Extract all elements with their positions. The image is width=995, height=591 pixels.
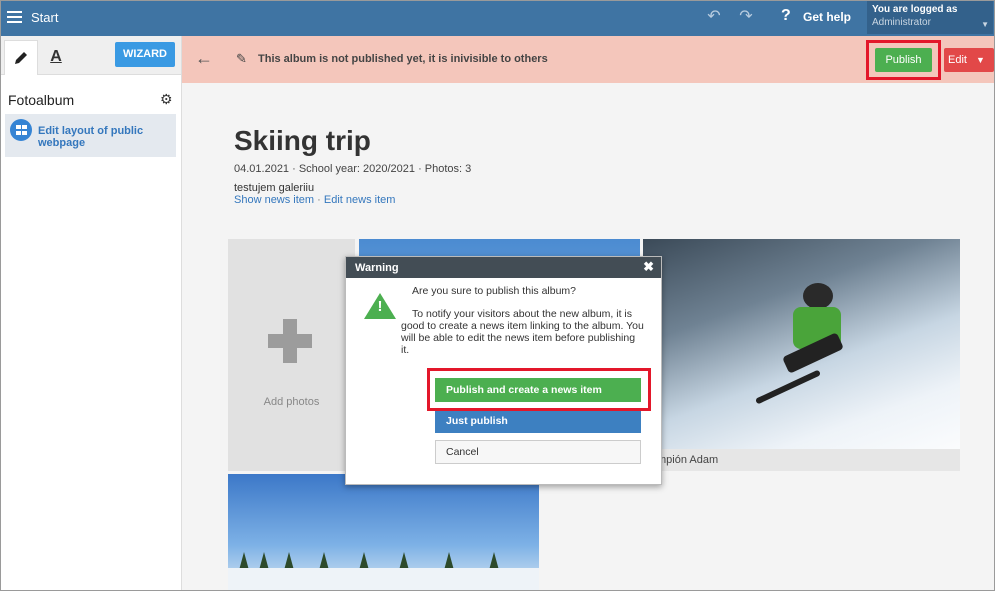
back-arrow-icon[interactable]: ←	[195, 48, 213, 69]
edit-note-icon: ✎	[236, 51, 247, 66]
sidebar-tabs: A WIZARD	[1, 36, 181, 75]
menu-icon[interactable]	[7, 11, 22, 23]
album-meta: 04.01.2021 · School year: 2020/2021 · Ph…	[234, 163, 472, 175]
cancel-button[interactable]: Cancel	[435, 440, 641, 464]
top-bar: Start ↶ ↷ ? Get help You are logged as A…	[1, 1, 994, 36]
publish-create-highlight	[427, 368, 651, 411]
dialog-title: Warning	[355, 262, 399, 274]
skier	[803, 283, 833, 309]
caret-down-icon: ▼	[976, 55, 985, 65]
layout-grid-icon	[10, 119, 32, 141]
link-separator: ·	[317, 194, 321, 206]
edit-button-label: Edit	[948, 54, 967, 66]
help-icon[interactable]: ?	[781, 7, 791, 25]
album-description: testujem galeriiu	[234, 182, 315, 194]
wizard-button[interactable]: WIZARD	[115, 42, 175, 67]
app-title[interactable]: Start	[31, 10, 58, 25]
chevron-down-icon: ▼	[981, 20, 989, 29]
unpublished-notice-bar: ← ✎ This album is not published yet, it …	[182, 36, 994, 83]
logged-as-label: You are logged as	[872, 4, 958, 15]
sidebar-section-title: Fotoalbum	[8, 92, 75, 108]
album-title: Skiing trip	[234, 125, 371, 156]
app-window: Start ↶ ↷ ? Get help You are logged as A…	[0, 0, 995, 591]
photo-caption-text: mpión Adam	[657, 454, 719, 466]
photo-caption: mpión Adam	[643, 449, 960, 471]
redo-icon[interactable]: ↷	[737, 8, 755, 26]
sidebar-item-label: Edit layout of public webpage	[38, 125, 144, 149]
dialog-header: Warning ✖	[346, 257, 661, 278]
album-links: Show news item · Edit news item	[234, 194, 395, 206]
tab-design[interactable]: A	[39, 40, 73, 75]
dialog-body: To notify your visitors about the new al…	[401, 308, 644, 356]
undo-icon[interactable]: ↶	[705, 8, 723, 26]
logged-user-name: Administrator	[872, 17, 931, 28]
add-photos-tile[interactable]: Add photos	[228, 239, 355, 471]
add-photos-label: Add photos	[263, 396, 320, 408]
show-news-item-link[interactable]: Show news item	[234, 194, 314, 206]
publish-button[interactable]: Publish	[875, 48, 932, 72]
notice-text: This album is not published yet, it is i…	[258, 53, 548, 65]
photo-thumbnail[interactable]	[228, 474, 539, 590]
close-icon[interactable]: ✖	[643, 259, 654, 275]
help-link[interactable]: Get help	[803, 10, 851, 24]
tab-edit[interactable]	[4, 40, 38, 75]
sidebar-item-edit-layout[interactable]: Edit layout of public webpage	[5, 114, 176, 157]
gear-icon[interactable]: ⚙	[160, 91, 173, 108]
sidebar: A WIZARD Fotoalbum ⚙ Edit layout of publ…	[1, 36, 182, 590]
dialog-question: Are you sure to publish this album?	[412, 285, 577, 297]
pencil-icon	[15, 52, 27, 64]
user-menu[interactable]: You are logged as Administrator ▼	[867, 1, 993, 34]
edit-news-item-link[interactable]: Edit news item	[324, 194, 396, 206]
text-style-icon: A	[50, 48, 62, 65]
edit-dropdown-button[interactable]: Edit ▼	[944, 48, 994, 72]
photo-thumbnail[interactable]	[643, 239, 960, 471]
just-publish-button[interactable]: Just publish	[435, 409, 641, 433]
